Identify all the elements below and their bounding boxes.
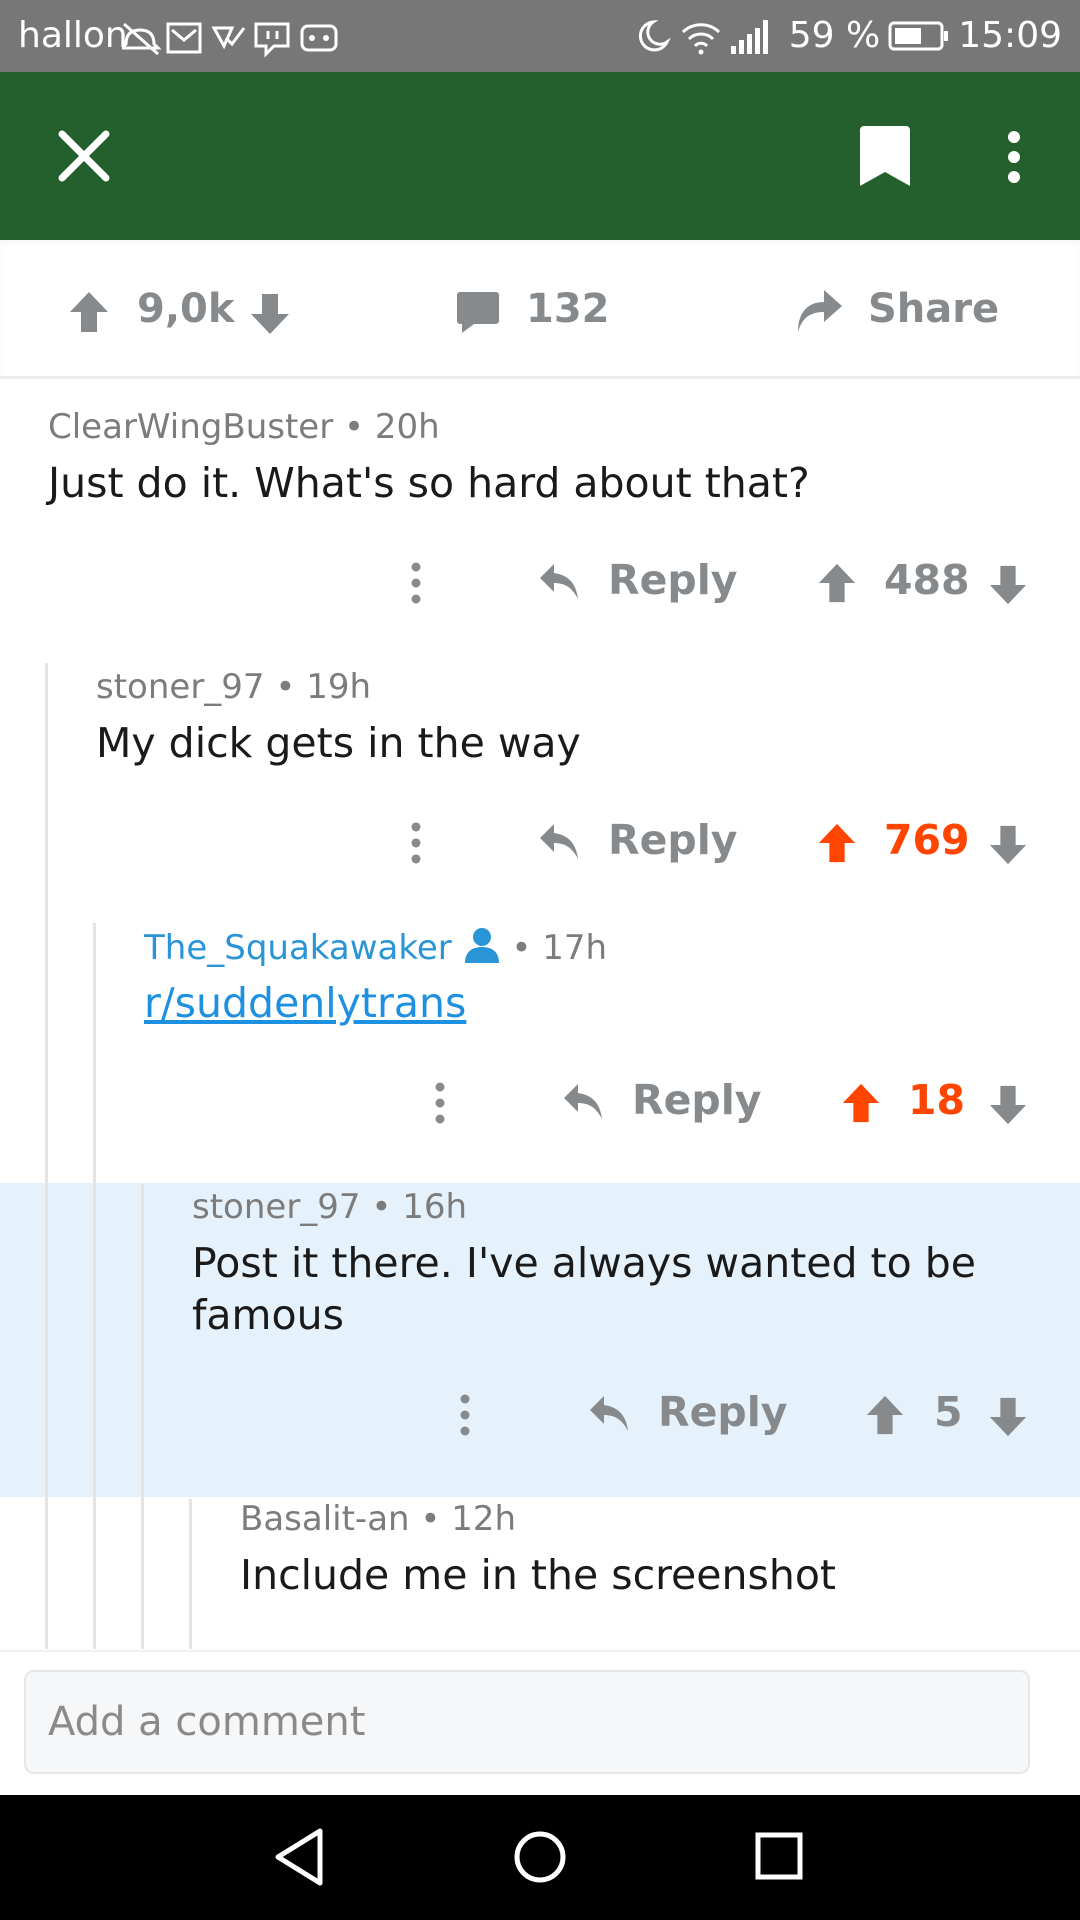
reply-button[interactable]: Reply bbox=[632, 1076, 762, 1124]
downvote-icon[interactable] bbox=[987, 1084, 1029, 1126]
comment-actions: Reply 488 bbox=[0, 554, 1080, 614]
comment-more-icon[interactable] bbox=[428, 1080, 452, 1126]
post-upvote-icon[interactable] bbox=[68, 290, 110, 334]
system-nav-bar bbox=[0, 1795, 1080, 1920]
share-button[interactable]: Share bbox=[868, 286, 999, 332]
comment-count[interactable]: 132 bbox=[526, 286, 610, 332]
status-right: 59 % 15:09 bbox=[631, 15, 1062, 56]
comment-author[interactable]: Basalit-an bbox=[240, 1499, 410, 1539]
recents-icon[interactable] bbox=[752, 1825, 808, 1889]
comment-composer bbox=[0, 1650, 1080, 1797]
battery-percent: 59 % bbox=[788, 15, 881, 56]
comment-body: r/suddenlytrans bbox=[144, 977, 466, 1029]
comment-age: 12h bbox=[451, 1499, 517, 1539]
comment-meta: The_Squakawaker • 17h bbox=[144, 928, 608, 968]
app-bar bbox=[0, 72, 1080, 240]
comment-meta: stoner_97 • 19h bbox=[96, 667, 372, 707]
comment-more-icon[interactable] bbox=[404, 560, 428, 606]
downvote-icon[interactable] bbox=[987, 1396, 1029, 1438]
battery-icon bbox=[888, 21, 949, 50]
reply-button[interactable]: Reply bbox=[608, 556, 738, 604]
comment-author[interactable]: stoner_97 bbox=[96, 667, 265, 707]
upvote-icon[interactable] bbox=[840, 1082, 882, 1124]
comment-more-icon[interactable] bbox=[404, 820, 428, 866]
reply-icon[interactable] bbox=[588, 1394, 632, 1436]
comment-actions: Reply 769 bbox=[0, 814, 1080, 874]
reply-icon[interactable] bbox=[538, 562, 582, 604]
clock: 15:09 bbox=[958, 15, 1062, 56]
comment-age: 16h bbox=[402, 1187, 468, 1227]
comment-score: 5 bbox=[934, 1388, 963, 1436]
comment-meta: Basalit-an • 12h bbox=[240, 1499, 517, 1539]
comment-list: ClearWingBuster • 20h Just do it. What's… bbox=[0, 379, 1080, 1649]
upvote-icon[interactable] bbox=[816, 822, 858, 864]
post-action-bar: 9,0k 132 Share bbox=[0, 240, 1080, 379]
comment-body: Just do it. What's so hard about that? bbox=[48, 459, 810, 507]
comment-meta: ClearWingBuster • 20h bbox=[48, 407, 440, 447]
upvote-icon[interactable] bbox=[864, 1394, 906, 1436]
comment-actions: Reply 5 bbox=[0, 1386, 1080, 1446]
comment-more-icon[interactable] bbox=[453, 1392, 477, 1438]
user-icon bbox=[464, 928, 499, 963]
comment-age: 19h bbox=[306, 667, 372, 707]
thread-line bbox=[45, 663, 48, 1649]
post-score: 9,0k bbox=[137, 286, 235, 332]
comment-author[interactable]: stoner_97 bbox=[192, 1187, 361, 1227]
comment-meta: stoner_97 • 16h bbox=[192, 1187, 468, 1227]
close-icon[interactable] bbox=[56, 128, 112, 184]
downvote-icon[interactable] bbox=[987, 824, 1029, 866]
thread-line bbox=[189, 1499, 192, 1649]
comment-score: 18 bbox=[908, 1076, 966, 1124]
system-icons bbox=[638, 19, 768, 54]
reply-button[interactable]: Reply bbox=[608, 816, 738, 864]
home-icon[interactable] bbox=[512, 1825, 568, 1889]
bookmark-icon[interactable] bbox=[858, 124, 912, 188]
reply-button[interactable]: Reply bbox=[658, 1388, 788, 1436]
downvote-icon[interactable] bbox=[987, 564, 1029, 606]
comment-author[interactable]: ClearWingBuster bbox=[48, 407, 333, 447]
comment-score: 769 bbox=[884, 816, 970, 864]
reply-icon[interactable] bbox=[538, 822, 582, 864]
thread-line bbox=[93, 923, 96, 1649]
comment-author[interactable]: The_Squakawaker bbox=[144, 928, 452, 968]
comment-body: Post it there. I've always wanted to be … bbox=[192, 1239, 977, 1339]
reply-icon[interactable] bbox=[562, 1082, 606, 1124]
carrier-name: hallon bbox=[18, 15, 128, 56]
more-vertical-icon[interactable] bbox=[998, 130, 1030, 184]
comment-score: 488 bbox=[884, 556, 970, 604]
comment-age: 20h bbox=[374, 407, 440, 447]
comment-body: My dick gets in the way bbox=[96, 719, 581, 767]
add-comment-input[interactable] bbox=[24, 1670, 1030, 1774]
notification-icons bbox=[122, 22, 338, 58]
subreddit-link[interactable]: r/suddenlytrans bbox=[144, 979, 466, 1027]
share-icon[interactable] bbox=[796, 288, 844, 334]
comments-icon[interactable] bbox=[456, 290, 500, 334]
status-bar: hallon 59 % 15:09 bbox=[0, 0, 1080, 72]
comment-body: Include me in the screenshot bbox=[240, 1551, 837, 1599]
back-icon[interactable] bbox=[272, 1825, 328, 1889]
comment-age: 17h bbox=[542, 928, 608, 968]
upvote-icon[interactable] bbox=[816, 562, 858, 604]
post-downvote-icon[interactable] bbox=[249, 292, 291, 336]
comment-actions: Reply 18 bbox=[0, 1074, 1080, 1134]
